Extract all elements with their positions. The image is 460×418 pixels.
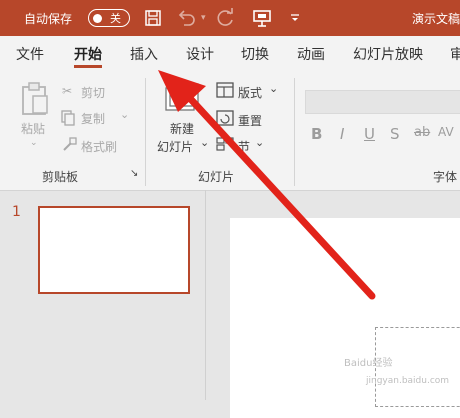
annotation-arrow xyxy=(158,70,376,300)
arrow-shaft xyxy=(182,90,376,300)
